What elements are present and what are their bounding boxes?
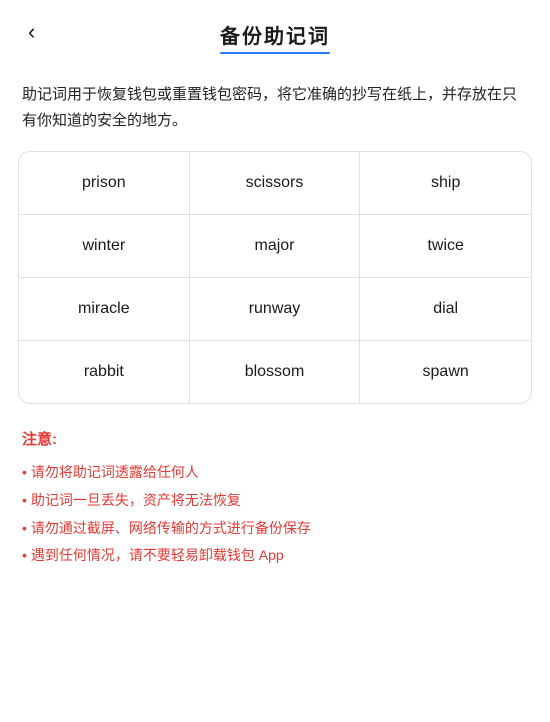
mnemonic-word-12: spawn [360,341,531,403]
mnemonic-grid-wrapper: prisonscissorsship wintermajortwice miracl… [18,151,532,404]
notice-item-text: 助记词一旦丢失，资产将无法恢复 [31,489,241,513]
page-title: 备份助记词 [220,20,330,49]
mnemonic-word-10: rabbit [19,341,190,403]
header: ‹ 备份助记词 [0,0,550,64]
notice-bullet: • [22,489,27,513]
back-button[interactable]: ‹ [20,15,43,49]
notice-item-2: •助记词一旦丢失，资产将无法恢复 [22,489,528,513]
mnemonic-word-9: dial [360,278,531,341]
notice-bullet: • [22,517,27,541]
notice-item-1: •请勿将助记词透露给任何人 [22,461,528,485]
mnemonic-grid: prisonscissorsship wintermajortwice miracl… [19,152,531,403]
description: 助记词用于恢复钱包或重置钱包密码，将它准确的抄写在纸上，并存放在只有你知道的安全… [0,64,550,151]
notice-bullet: • [22,544,27,568]
notice-item-4: •遇到任何情况，请不要轻易卸载钱包 App [22,544,528,568]
notice-bullet: • [22,461,27,485]
title-wrapper: 备份助记词 [220,20,330,54]
mnemonic-word-1: prison [19,152,190,215]
notice-item-text: 遇到任何情况，请不要轻易卸载钱包 App [31,544,284,568]
mnemonic-word-11: blossom [190,341,361,403]
mnemonic-word-6: twice [360,215,531,278]
notice-item-3: •请勿通过截屏、网络传输的方式进行备份保存 [22,517,528,541]
mnemonic-word-7: miracle [19,278,190,341]
notice-section: 注意: •请勿将助记词透露给任何人•助记词一旦丢失，资产将无法恢复•请勿通过截屏… [0,404,550,592]
mnemonic-word-4: winter [19,215,190,278]
title-underline [220,52,330,54]
mnemonic-word-3: ship [360,152,531,215]
notice-item-text: 请勿通过截屏、网络传输的方式进行备份保存 [31,517,311,541]
notice-list: •请勿将助记词透露给任何人•助记词一旦丢失，资产将无法恢复•请勿通过截屏、网络传… [22,461,528,568]
mnemonic-word-5: major [190,215,361,278]
notice-title: 注意: [22,428,528,449]
notice-item-text: 请勿将助记词透露给任何人 [31,461,199,485]
mnemonic-word-2: scissors [190,152,361,215]
mnemonic-word-8: runway [190,278,361,341]
